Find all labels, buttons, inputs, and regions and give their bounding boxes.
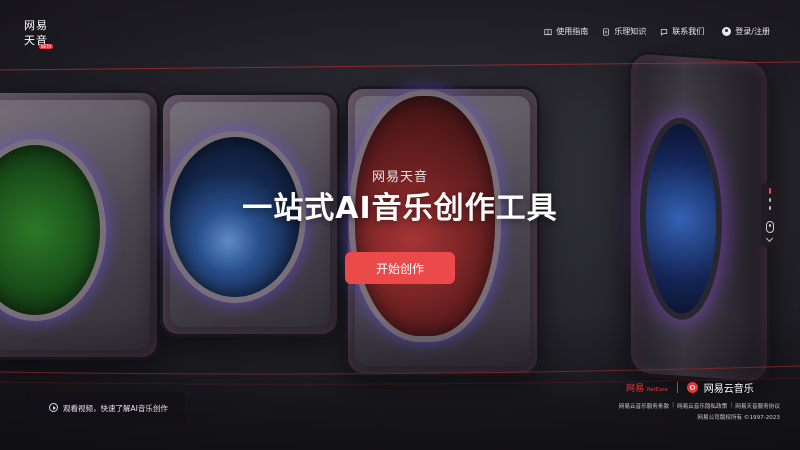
footer-links: 网易云音乐服务条款 | 网易云音乐隐私政策 | 网易天音服务协议 (619, 402, 780, 410)
netease-logo[interactable]: 网易 NetEase (626, 381, 668, 394)
netease-logo-text: 网易 (626, 384, 645, 394)
watch-video-label: 观看视频，快速了解AI音乐创作 (63, 403, 168, 413)
scroll-dot-active[interactable] (769, 188, 771, 194)
brand-divider (676, 382, 678, 393)
footer-brands: 网易 NetEase 网易云音乐 (626, 380, 754, 395)
beta-badge: BETA (39, 44, 54, 49)
cloudmusic-logo-text[interactable]: 网易云音乐 (704, 380, 754, 395)
watch-video-button[interactable]: 观看视频，快速了解AI音乐创作 (25, 392, 185, 424)
link-divider: | (672, 402, 674, 408)
start-creating-button[interactable]: 开始创作 (345, 252, 455, 284)
nav-item-theory[interactable]: 乐理知识 (602, 26, 646, 37)
link-cloudmusic-terms[interactable]: 网易云音乐服务条款 (619, 402, 669, 410)
site-logo[interactable]: 网易 天音 BETA (24, 18, 58, 52)
logo-line1: 网易 (24, 19, 48, 32)
chevron-down-icon (765, 234, 774, 243)
scroll-dot[interactable] (769, 206, 771, 210)
link-tianyin-agreement[interactable]: 网易天音服务协议 (735, 402, 780, 410)
nav-item-guide[interactable]: 使用指南 (544, 26, 588, 37)
chat-icon (661, 28, 668, 36)
netease-logo-en: NetEase (647, 387, 668, 393)
document-icon (603, 27, 610, 36)
mouse-icon (766, 221, 774, 233)
user-icon (722, 27, 732, 36)
book-icon (544, 28, 552, 35)
play-icon (49, 403, 58, 412)
cloudmusic-icon (686, 382, 698, 393)
hero-headline: 一站式AI音乐创作工具 (242, 191, 558, 226)
top-nav: 使用指南 乐理知识 联系我们 登录/注册 (544, 26, 770, 37)
scroll-dot[interactable] (769, 198, 771, 202)
nav-label-theory: 乐理知识 (614, 27, 647, 36)
nav-label-login: 登录/注册 (735, 27, 770, 36)
hero-stage: 网易 天音 BETA 使用指南 乐理知识 联系我们 登录/注册 网易天音 一站式… (0, 0, 800, 450)
nav-label-guide: 使用指南 (556, 27, 589, 36)
copyright-text: 网易公司版权所有 ©1997-2023 (697, 415, 780, 421)
link-cloudmusic-privacy[interactable]: 网易云音乐隐私政策 (677, 402, 727, 410)
scroll-indicator[interactable] (761, 183, 779, 247)
link-divider: | (730, 402, 733, 408)
nav-label-contact: 联系我们 (672, 27, 705, 36)
nav-item-contact[interactable]: 联系我们 (660, 26, 704, 37)
nav-item-login[interactable]: 登录/注册 (722, 26, 770, 37)
